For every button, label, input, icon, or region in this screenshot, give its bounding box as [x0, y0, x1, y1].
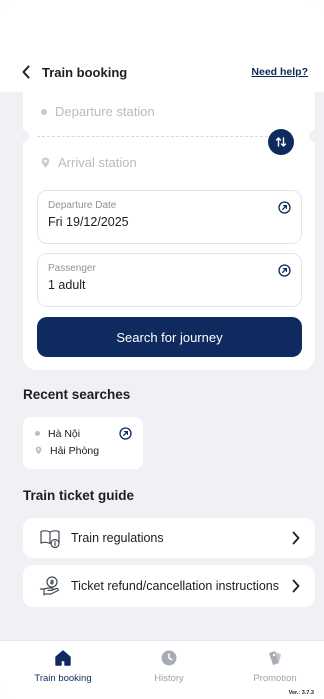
tab-label: Promotion	[253, 673, 297, 684]
status-bar	[0, 0, 324, 52]
station-divider	[37, 136, 273, 137]
ticket-notch-right	[309, 130, 321, 142]
chevron-left-icon	[22, 65, 30, 79]
departure-date-field[interactable]: Departure Date Fri 19/12/2025	[37, 190, 302, 244]
recent-searches-title: Recent searches	[23, 387, 131, 402]
origin-dot-icon	[41, 108, 47, 115]
departure-station-input[interactable]: Departure station	[41, 104, 155, 119]
page-title: Train booking	[42, 64, 128, 80]
recent-destination-label: Hải Phòng	[50, 444, 100, 457]
ticket-guide-title: Train ticket guide	[23, 488, 135, 503]
guide-item-label: Ticket refund/cancellation instructions	[71, 578, 279, 593]
arrival-station-placeholder: Arrival station	[58, 155, 137, 170]
chevron-right-icon	[292, 579, 300, 593]
arrow-circle-icon	[119, 427, 132, 440]
recent-origin-label: Hà Nội	[48, 427, 81, 440]
origin-dot-icon	[35, 431, 40, 436]
passenger-field[interactable]: Passenger 1 adult	[37, 253, 302, 307]
swap-arrows-icon	[275, 137, 287, 147]
app-version: Ver.: 3.7.3	[288, 690, 314, 696]
departure-date-value: Fri 19/12/2025	[48, 215, 129, 229]
recent-destination: Hải Phòng	[35, 442, 131, 459]
location-pin-icon	[41, 157, 50, 168]
arrival-station-input[interactable]: Arrival station	[41, 155, 137, 170]
passenger-value: 1 adult	[48, 278, 86, 292]
arrow-circle-icon	[278, 264, 291, 277]
guide-item-train-regulations[interactable]: Train regulations	[23, 518, 315, 558]
search-journey-button[interactable]: Search for journey	[37, 317, 302, 357]
tab-promotion[interactable]: Promotion	[235, 649, 315, 684]
bottom-tab-bar: Train booking History Promotion Ver.: 3.…	[0, 640, 324, 699]
tab-history[interactable]: History	[129, 649, 209, 684]
arrow-circle-icon	[278, 201, 291, 214]
recent-origin: Hà Nội	[35, 425, 131, 442]
need-help-link[interactable]: Need help?	[251, 66, 308, 78]
clock-icon	[161, 650, 177, 666]
swap-stations-button[interactable]	[268, 129, 294, 155]
book-info-icon	[40, 530, 60, 549]
ticket-notch-left	[17, 130, 29, 142]
recent-search-card[interactable]: Hà Nội Hải Phòng	[23, 417, 143, 469]
promo-icon	[269, 651, 281, 665]
refund-hand-icon	[39, 576, 59, 596]
phone-screen: Train booking Need help? Departure stati…	[0, 0, 324, 699]
departure-date-label: Departure Date	[48, 200, 117, 211]
chevron-right-icon	[292, 531, 300, 545]
tab-train-booking[interactable]: Train booking	[23, 649, 103, 684]
guide-item-refund-instructions[interactable]: Ticket refund/cancellation instructions	[23, 565, 315, 607]
back-button[interactable]	[16, 62, 36, 82]
passenger-label: Passenger	[48, 263, 96, 274]
tab-label: History	[154, 673, 184, 684]
booking-card: Departure station Arrival station Depart…	[17, 92, 321, 370]
departure-station-placeholder: Departure station	[55, 104, 155, 119]
location-pin-icon	[35, 446, 42, 455]
home-icon	[55, 650, 71, 666]
app-header: Train booking Need help?	[0, 52, 324, 92]
guide-item-label: Train regulations	[71, 530, 164, 545]
tab-label: Train booking	[34, 673, 92, 684]
